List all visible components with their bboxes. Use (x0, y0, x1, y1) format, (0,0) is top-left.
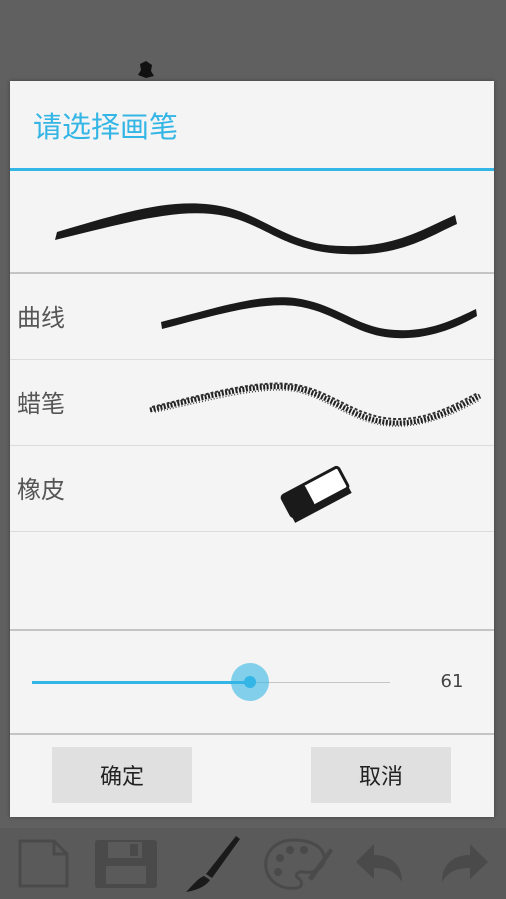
brush-option-eraser[interactable]: 橡皮 (10, 446, 494, 532)
save-button[interactable] (88, 828, 168, 899)
eraser-icon (280, 465, 352, 523)
brush-icon (186, 836, 240, 892)
brush-size-slider-area: 61 (10, 631, 494, 735)
dialog-title: 请选择画笔 (10, 81, 494, 171)
brush-list-empty-space (10, 535, 494, 631)
brush-button[interactable] (172, 828, 252, 899)
brush-option-curve[interactable]: 曲线 (10, 274, 494, 360)
palette-icon (264, 838, 333, 890)
slider-thumb-dot (244, 676, 256, 688)
undo-button[interactable] (340, 828, 420, 899)
confirm-button[interactable]: 确定 (52, 747, 192, 803)
new-page-button[interactable] (3, 828, 83, 899)
bottom-toolbar (0, 828, 506, 899)
crayon-stroke-icon (149, 382, 482, 427)
curve-stroke-icon (161, 297, 477, 339)
brush-list: 曲线 蜡笔 橡皮 (10, 274, 494, 532)
redo-button[interactable] (424, 828, 504, 899)
save-icon (95, 840, 157, 888)
ink-stroke-mark (138, 61, 154, 78)
redo-icon (442, 844, 488, 882)
undo-icon (356, 844, 402, 882)
dialog-button-bar: 确定 取消 (10, 735, 494, 817)
brush-size-value: 61 (440, 671, 464, 692)
slider-fill (32, 681, 250, 684)
slider-thumb[interactable] (231, 663, 269, 701)
brush-preview-stroke (55, 203, 457, 255)
cancel-button[interactable]: 取消 (311, 747, 451, 803)
new-page-icon (18, 839, 69, 888)
brush-option-crayon[interactable]: 蜡笔 (10, 360, 494, 446)
brush-preview (10, 174, 494, 274)
brush-size-slider[interactable] (32, 663, 390, 701)
brush-select-dialog: 请选择画笔 曲线 蜡笔 橡皮 61 确定 取消 (10, 81, 494, 817)
palette-button[interactable] (256, 828, 336, 899)
